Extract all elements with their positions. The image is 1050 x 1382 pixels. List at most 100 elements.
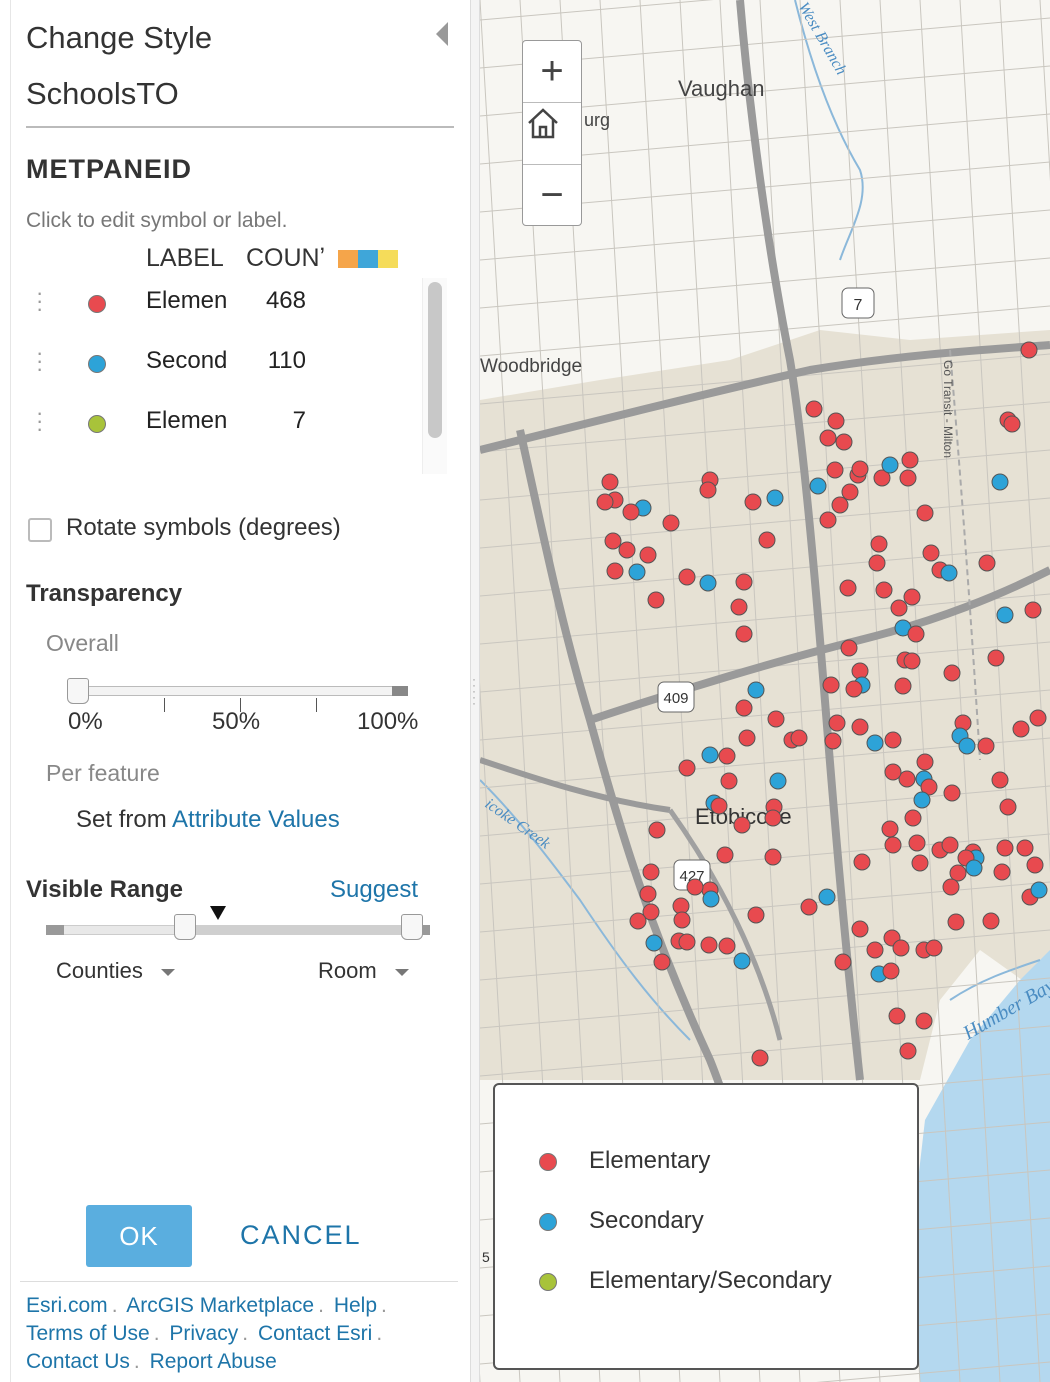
category-label[interactable]: Second — [146, 347, 238, 375]
home-button[interactable] — [523, 103, 581, 163]
school-point[interactable] — [999, 798, 1017, 816]
school-point[interactable] — [716, 846, 734, 864]
school-point[interactable] — [645, 934, 663, 952]
school-point[interactable] — [618, 541, 636, 559]
school-point[interactable] — [942, 878, 960, 896]
school-point[interactable] — [718, 747, 736, 765]
school-point[interactable] — [940, 564, 958, 582]
school-point[interactable] — [949, 864, 967, 882]
school-point[interactable] — [639, 546, 657, 564]
school-point[interactable] — [884, 836, 902, 854]
school-point[interactable] — [866, 941, 884, 959]
school-point[interactable] — [977, 737, 995, 755]
school-point[interactable] — [899, 1042, 917, 1060]
school-point[interactable] — [991, 473, 1009, 491]
min-scale-thumb[interactable] — [174, 914, 196, 940]
suggest-link[interactable]: Suggest — [330, 876, 418, 904]
school-point[interactable] — [993, 863, 1011, 881]
esri-com-link[interactable]: Esri.com — [26, 1294, 108, 1317]
school-point[interactable] — [733, 952, 751, 970]
school-point[interactable] — [678, 759, 696, 777]
school-point[interactable] — [839, 579, 857, 597]
school-point[interactable] — [653, 953, 671, 971]
school-point[interactable] — [648, 821, 666, 839]
symbol-dot[interactable] — [88, 295, 106, 313]
terms-link[interactable]: Terms of Use — [26, 1322, 150, 1345]
school-point[interactable] — [629, 912, 647, 930]
school-point[interactable] — [601, 473, 619, 491]
school-point[interactable] — [888, 1007, 906, 1025]
school-point[interactable] — [835, 433, 853, 451]
school-point[interactable] — [892, 939, 910, 957]
school-point[interactable] — [733, 816, 751, 834]
school-point[interactable] — [1003, 415, 1021, 433]
school-point[interactable] — [818, 888, 836, 906]
school-point[interactable] — [628, 563, 646, 581]
school-point[interactable] — [1030, 881, 1048, 899]
school-point[interactable] — [730, 598, 748, 616]
contact-us-link[interactable]: Contact Us — [26, 1350, 130, 1373]
school-point[interactable] — [943, 664, 961, 682]
school-point[interactable] — [790, 729, 808, 747]
school-point[interactable] — [824, 732, 842, 750]
school-point[interactable] — [647, 591, 665, 609]
school-point[interactable] — [996, 606, 1014, 624]
count-column-header[interactable]: COUNʼ — [246, 244, 328, 273]
school-point[interactable] — [606, 562, 624, 580]
list-scrollbar-thumb[interactable] — [428, 282, 442, 438]
school-point[interactable] — [884, 731, 902, 749]
school-point[interactable] — [700, 936, 718, 954]
school-point[interactable] — [735, 625, 753, 643]
school-point[interactable] — [819, 429, 837, 447]
school-point[interactable] — [764, 809, 782, 827]
school-point[interactable] — [747, 681, 765, 699]
school-point[interactable] — [851, 920, 869, 938]
school-point[interactable] — [904, 809, 922, 827]
school-point[interactable] — [834, 953, 852, 971]
school-point[interactable] — [769, 772, 787, 790]
splitter-grip-icon[interactable]: · · · · · — [472, 673, 476, 712]
school-point[interactable] — [699, 574, 717, 592]
school-point[interactable] — [868, 554, 886, 572]
category-label[interactable]: Elemen — [146, 407, 238, 435]
school-point[interactable] — [735, 699, 753, 717]
school-point[interactable] — [826, 461, 844, 479]
school-point[interactable] — [764, 848, 782, 866]
attribute-values-link[interactable]: Attribute Values — [172, 806, 340, 833]
school-point[interactable] — [1016, 839, 1034, 857]
school-point[interactable] — [991, 771, 1009, 789]
school-point[interactable] — [881, 456, 899, 474]
ok-button[interactable]: OK — [86, 1205, 192, 1267]
zoom-out-button[interactable]: − — [523, 165, 581, 225]
school-point[interactable] — [767, 710, 785, 728]
school-point[interactable] — [747, 906, 765, 924]
school-point[interactable] — [678, 568, 696, 586]
school-point[interactable] — [662, 514, 680, 532]
report-abuse-link[interactable]: Report Abuse — [150, 1350, 277, 1373]
school-point[interactable] — [884, 763, 902, 781]
transparency-slider[interactable] — [72, 686, 408, 696]
school-point[interactable] — [642, 863, 660, 881]
school-point[interactable] — [870, 535, 888, 553]
school-point[interactable] — [913, 791, 931, 809]
drag-handle-icon[interactable]: · · · — [36, 342, 43, 380]
max-scale-dropdown[interactable]: Room — [318, 958, 409, 984]
school-point[interactable] — [738, 729, 756, 747]
label-column-header[interactable]: LABEL — [146, 244, 224, 273]
school-point[interactable] — [965, 859, 983, 877]
cancel-button[interactable]: CANCEL — [240, 1220, 362, 1251]
symbol-dot[interactable] — [88, 355, 106, 373]
school-point[interactable] — [915, 1012, 933, 1030]
school-point[interactable] — [898, 770, 916, 788]
drag-handle-icon[interactable]: · · · — [36, 282, 43, 320]
school-point[interactable] — [853, 853, 871, 871]
collapse-panel-icon[interactable] — [436, 22, 448, 46]
category-row[interactable]: · · · Elemen 468 — [20, 275, 420, 335]
privacy-link[interactable]: Privacy — [169, 1322, 238, 1345]
school-point[interactable] — [805, 400, 823, 418]
max-scale-thumb[interactable] — [401, 914, 423, 940]
school-point[interactable] — [978, 554, 996, 572]
school-point[interactable] — [922, 544, 940, 562]
color-ramp-icon[interactable] — [338, 250, 398, 268]
school-point[interactable] — [947, 913, 965, 931]
